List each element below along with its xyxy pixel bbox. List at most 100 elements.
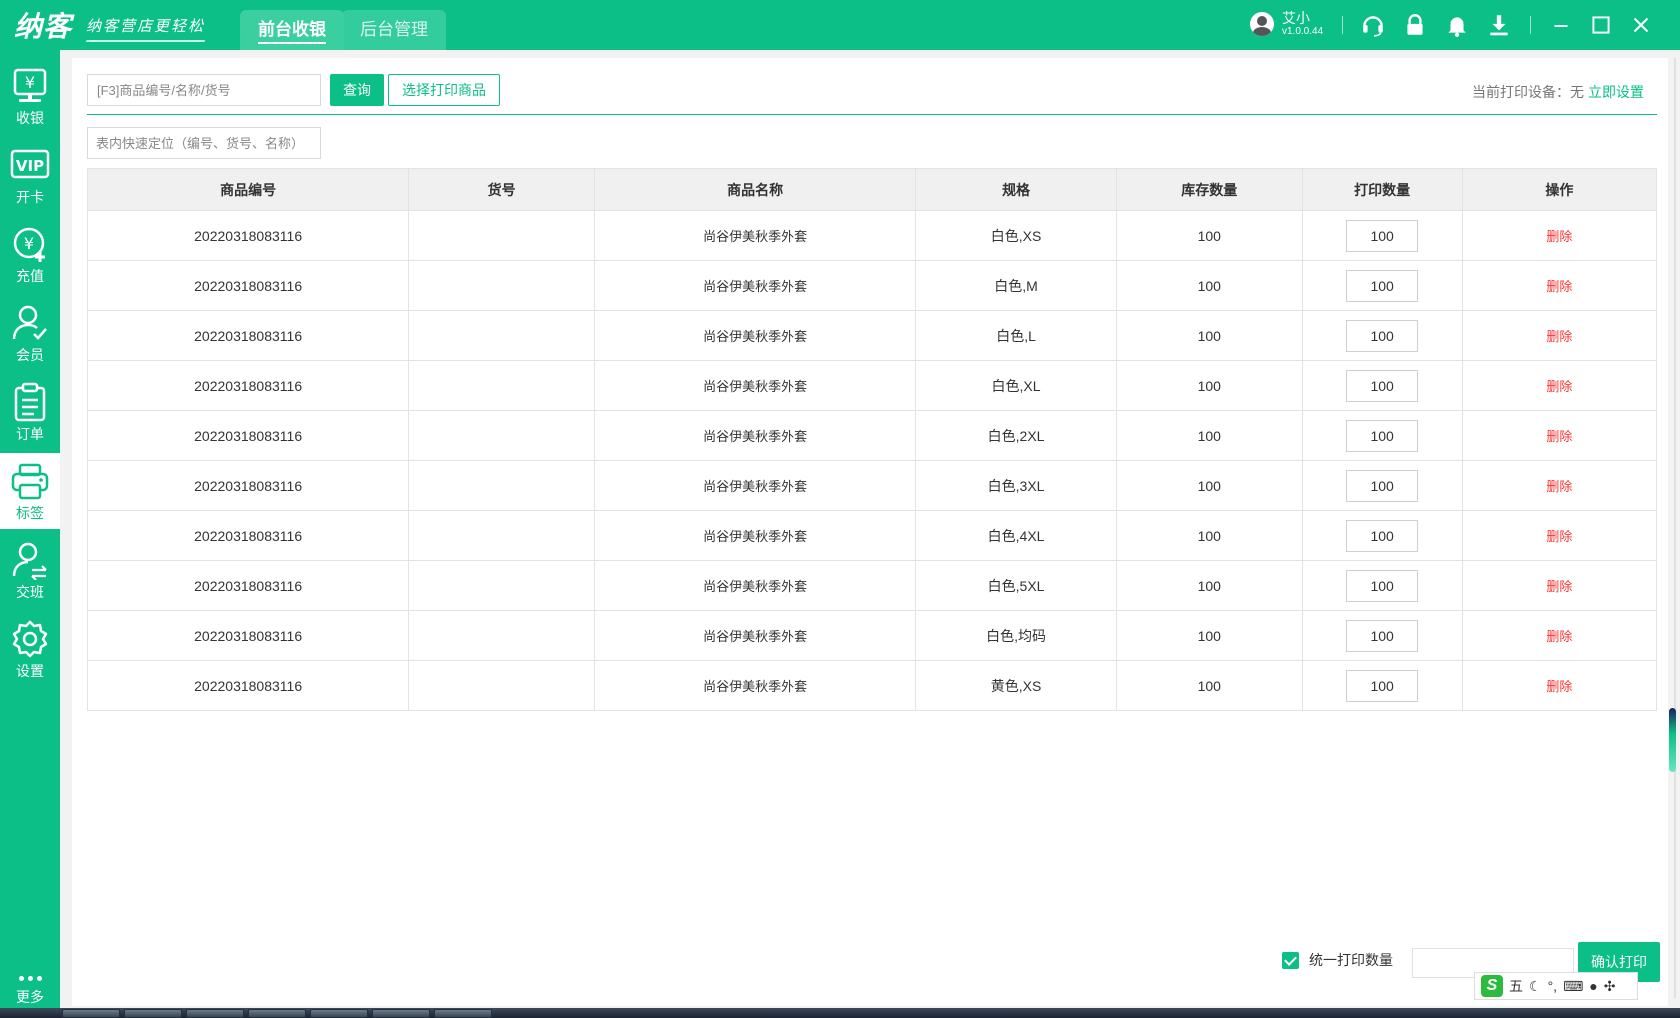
table-row: 20220318083116 尚谷伊美秋季外套白色,5XL100 删除 bbox=[86, 560, 1658, 611]
table-row: 20220318083116 尚谷伊美秋季外套白色,均码100 删除 bbox=[86, 610, 1658, 661]
sidebar-item-labels[interactable]: 标签 bbox=[0, 453, 60, 529]
taskbar-item[interactable] bbox=[372, 1009, 430, 1018]
product-name-cell: 尚谷伊美秋季外套 bbox=[593, 360, 917, 411]
shift-icon bbox=[12, 542, 47, 580]
maximize-icon[interactable] bbox=[1588, 12, 1614, 38]
ime-mode[interactable]: 五 bbox=[1509, 976, 1523, 996]
product-name-cell: 尚谷伊美秋季外套 bbox=[593, 460, 917, 511]
product-name-cell: 尚谷伊美秋季外套 bbox=[593, 210, 917, 261]
product-code-cell: 20220318083116 bbox=[86, 310, 410, 361]
spec-cell: 白色,5XL bbox=[915, 560, 1117, 611]
setup-printer-link[interactable]: 立即设置 bbox=[1588, 84, 1644, 100]
unify-print-qty-option[interactable]: 统一打印数量 bbox=[1282, 950, 1393, 970]
sku-cell bbox=[408, 310, 595, 361]
sogou-ime-icon[interactable]: S bbox=[1481, 975, 1503, 997]
keyboard-icon[interactable]: ⌨ bbox=[1563, 978, 1583, 995]
close-icon[interactable] bbox=[1628, 12, 1654, 38]
product-code-cell: 20220318083116 bbox=[86, 660, 410, 711]
lock-icon[interactable] bbox=[1402, 12, 1428, 38]
tab-front-cashier-label: 前台收银 bbox=[258, 20, 326, 44]
top-bar: 纳客 纳客营店更轻松 前台收银 后台管理 艾小 v1.0.0.44 bbox=[0, 0, 1680, 50]
sidebar-item-label: 会员 bbox=[16, 347, 44, 363]
stock-cell: 100 bbox=[1115, 210, 1303, 261]
spec-cell: 黄色,XS bbox=[915, 660, 1117, 711]
print-qty-input[interactable] bbox=[1346, 519, 1419, 552]
print-qty-input[interactable] bbox=[1346, 419, 1419, 452]
sidebar-item-orders[interactable]: 订单 bbox=[0, 374, 60, 450]
scrollbar-thumb[interactable] bbox=[1669, 708, 1676, 772]
taskbar-item[interactable] bbox=[434, 1009, 492, 1018]
product-code-cell: 20220318083116 bbox=[86, 210, 410, 261]
action-cell: 删除 bbox=[1461, 610, 1658, 661]
download-icon[interactable] bbox=[1486, 12, 1512, 38]
headset-icon[interactable] bbox=[1360, 12, 1386, 38]
print-qty-input[interactable] bbox=[1346, 269, 1419, 302]
delete-link[interactable]: 删除 bbox=[1546, 479, 1572, 494]
table-row: 20220318083116 尚谷伊美秋季外套白色,L100 删除 bbox=[86, 310, 1658, 361]
taskbar-item[interactable] bbox=[248, 1009, 306, 1018]
sidebar-item-cashier[interactable]: ¥ 收银 bbox=[0, 58, 60, 134]
moon-icon[interactable]: ☾ bbox=[1529, 978, 1542, 995]
vip-card-icon: VIP bbox=[10, 149, 50, 179]
delete-link[interactable]: 删除 bbox=[1546, 379, 1572, 394]
action-cell: 删除 bbox=[1461, 210, 1658, 261]
sidebar-item-label: 开卡 bbox=[16, 189, 44, 205]
print-qty-input[interactable] bbox=[1346, 669, 1419, 702]
unify-checkbox[interactable] bbox=[1282, 951, 1299, 969]
avatar bbox=[1250, 12, 1274, 36]
delete-link[interactable]: 删除 bbox=[1546, 629, 1572, 644]
print-qty-input[interactable] bbox=[1346, 469, 1419, 502]
print-qty-input[interactable] bbox=[1346, 369, 1419, 402]
scrollbar-track[interactable] bbox=[1674, 58, 1676, 998]
sidebar-item-vip[interactable]: VIP 开卡 bbox=[0, 137, 60, 213]
delete-link[interactable]: 删除 bbox=[1546, 229, 1572, 244]
select-print-products-button[interactable]: 选择打印商品 bbox=[388, 74, 500, 106]
column-header: 操作 bbox=[1461, 168, 1658, 211]
column-header: 库存数量 bbox=[1115, 168, 1303, 211]
punctuation-icon[interactable]: °, bbox=[1548, 978, 1558, 994]
sidebar-item-member[interactable]: 会员 bbox=[0, 295, 60, 371]
sidebar-item-settings[interactable]: 设置 bbox=[0, 611, 60, 687]
member-icon bbox=[12, 305, 47, 340]
action-cell: 删除 bbox=[1461, 660, 1658, 711]
delete-link[interactable]: 删除 bbox=[1546, 429, 1572, 444]
taskbar-item[interactable] bbox=[124, 1009, 182, 1018]
search-input[interactable] bbox=[87, 74, 321, 106]
user-info[interactable]: 艾小 v1.0.0.44 bbox=[1250, 10, 1323, 38]
sidebar-item-shift[interactable]: 交班 bbox=[0, 532, 60, 608]
delete-link[interactable]: 删除 bbox=[1546, 329, 1572, 344]
printer-icon bbox=[11, 463, 49, 500]
tab-back-office[interactable]: 后台管理 bbox=[342, 10, 446, 50]
print-qty-input[interactable] bbox=[1346, 619, 1419, 652]
print-products-table: 商品编号 货号 商品名称 规格 库存数量 打印数量 操作 20220318083… bbox=[86, 168, 1658, 711]
taskbar-item[interactable] bbox=[310, 1009, 368, 1018]
taskbar-item[interactable] bbox=[62, 1009, 120, 1018]
delete-link[interactable]: 删除 bbox=[1546, 579, 1572, 594]
sidebar-item-recharge[interactable]: ¥ 充值 bbox=[0, 216, 60, 292]
query-button[interactable]: 查询 bbox=[330, 74, 384, 106]
delete-link[interactable]: 删除 bbox=[1546, 279, 1572, 294]
print-qty-input[interactable] bbox=[1346, 319, 1419, 352]
ime-toolbar[interactable]: S 五 ☾ °, ⌨ ● ✣ bbox=[1474, 972, 1638, 1000]
printer-status-text: 当前打印设备：无 bbox=[1472, 84, 1584, 100]
product-name-cell: 尚谷伊美秋季外套 bbox=[593, 560, 917, 611]
table-locate-input[interactable] bbox=[87, 127, 321, 159]
action-cell: 删除 bbox=[1461, 510, 1658, 561]
product-name-cell: 尚谷伊美秋季外套 bbox=[593, 510, 917, 561]
logo-text: 纳客 bbox=[14, 11, 73, 42]
taskbar-item[interactable] bbox=[186, 1009, 244, 1018]
bell-icon[interactable] bbox=[1444, 12, 1470, 38]
apps-icon[interactable]: ✣ bbox=[1604, 978, 1616, 995]
tab-front-cashier[interactable]: 前台收银 bbox=[240, 10, 344, 50]
delete-link[interactable]: 删除 bbox=[1546, 679, 1572, 694]
print-qty-input[interactable] bbox=[1346, 569, 1419, 602]
delete-link[interactable]: 删除 bbox=[1546, 529, 1572, 544]
sidebar-item-label: 设置 bbox=[16, 663, 44, 679]
app-logo: 纳客 纳客营店更轻松 bbox=[14, 8, 205, 42]
action-cell: 删除 bbox=[1461, 410, 1658, 461]
user-icon[interactable]: ● bbox=[1589, 978, 1597, 994]
print-qty-input[interactable] bbox=[1346, 219, 1419, 252]
minimize-icon[interactable] bbox=[1548, 12, 1574, 38]
spec-cell: 白色,XS bbox=[915, 210, 1117, 261]
table-header-row: 商品编号 货号 商品名称 规格 库存数量 打印数量 操作 bbox=[86, 168, 1658, 211]
